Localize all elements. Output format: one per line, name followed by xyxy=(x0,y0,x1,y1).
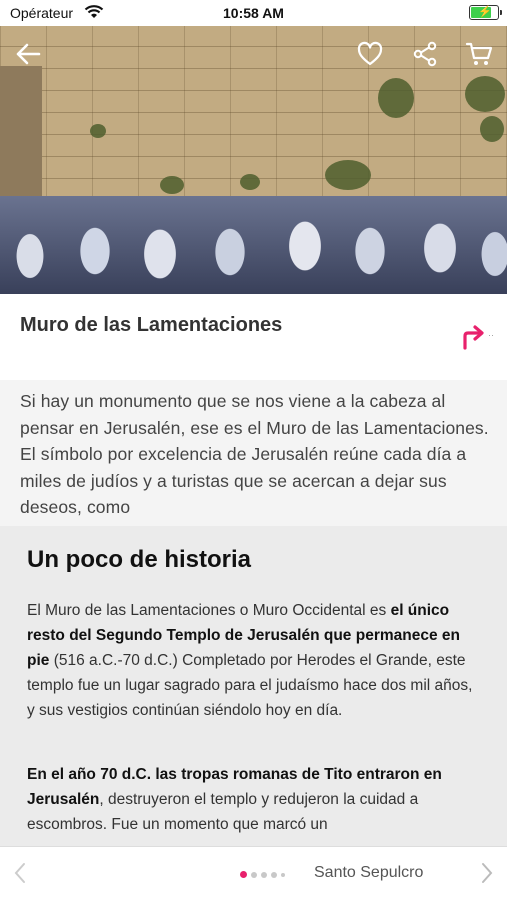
history-paragraph-1: El Muro de las Lamentaciones o Muro Occi… xyxy=(27,598,482,723)
cart-icon[interactable] xyxy=(465,40,493,68)
hero-plant xyxy=(90,124,106,138)
hero-plant xyxy=(160,176,184,194)
arrow-left-icon[interactable] xyxy=(14,40,42,68)
status-time: 10:58 AM xyxy=(223,5,284,21)
history-section: Un poco de historia El Muro de las Lamen… xyxy=(0,526,507,846)
hero-plant xyxy=(325,160,371,190)
page-dot xyxy=(271,871,277,878)
place-header: Muro de las Lamentaciones ·· xyxy=(0,294,507,380)
page-dot xyxy=(261,871,267,878)
bottom-navigation: Santo Sepulcro xyxy=(0,846,507,900)
hero-plant xyxy=(240,174,260,190)
page-dot xyxy=(281,872,285,877)
directions-turn-icon[interactable] xyxy=(460,324,486,350)
heart-icon[interactable] xyxy=(356,40,384,68)
more-indicator: ·· xyxy=(488,330,494,340)
history-p1-text-end: (516 a.C.-70 d.C.) Completado por Herode… xyxy=(27,652,473,719)
hero-wall-side xyxy=(0,66,42,216)
battery-charging-icon: ⚡ xyxy=(469,5,502,20)
page-dot xyxy=(251,871,257,878)
hero-plant xyxy=(378,78,414,118)
history-heading: Un poco de historia xyxy=(27,546,252,573)
hero-image xyxy=(0,26,507,294)
share-icon[interactable] xyxy=(411,40,439,68)
chevron-left-icon[interactable] xyxy=(12,861,28,885)
page-indicator xyxy=(240,871,285,878)
intro-text: Si hay un monumento que se nos viene a l… xyxy=(20,391,489,517)
chevron-right-icon[interactable] xyxy=(479,861,495,885)
hero-crowd xyxy=(0,196,507,294)
history-p1-text: El Muro de las Lamentaciones o Muro Occi… xyxy=(27,602,391,619)
hero-plant xyxy=(465,76,505,112)
status-bar: Opérateur 10:58 AM ⚡ xyxy=(0,0,507,26)
hero-plant xyxy=(480,116,504,142)
place-title: Muro de las Lamentaciones xyxy=(20,314,283,336)
page-dot xyxy=(240,871,247,878)
history-paragraph-2: En el año 70 d.C. las tropas romanas de … xyxy=(27,762,482,837)
intro-section: Si hay un monumento que se nos viene a l… xyxy=(0,380,507,526)
next-place-label[interactable]: Santo Sepulcro xyxy=(314,864,423,882)
